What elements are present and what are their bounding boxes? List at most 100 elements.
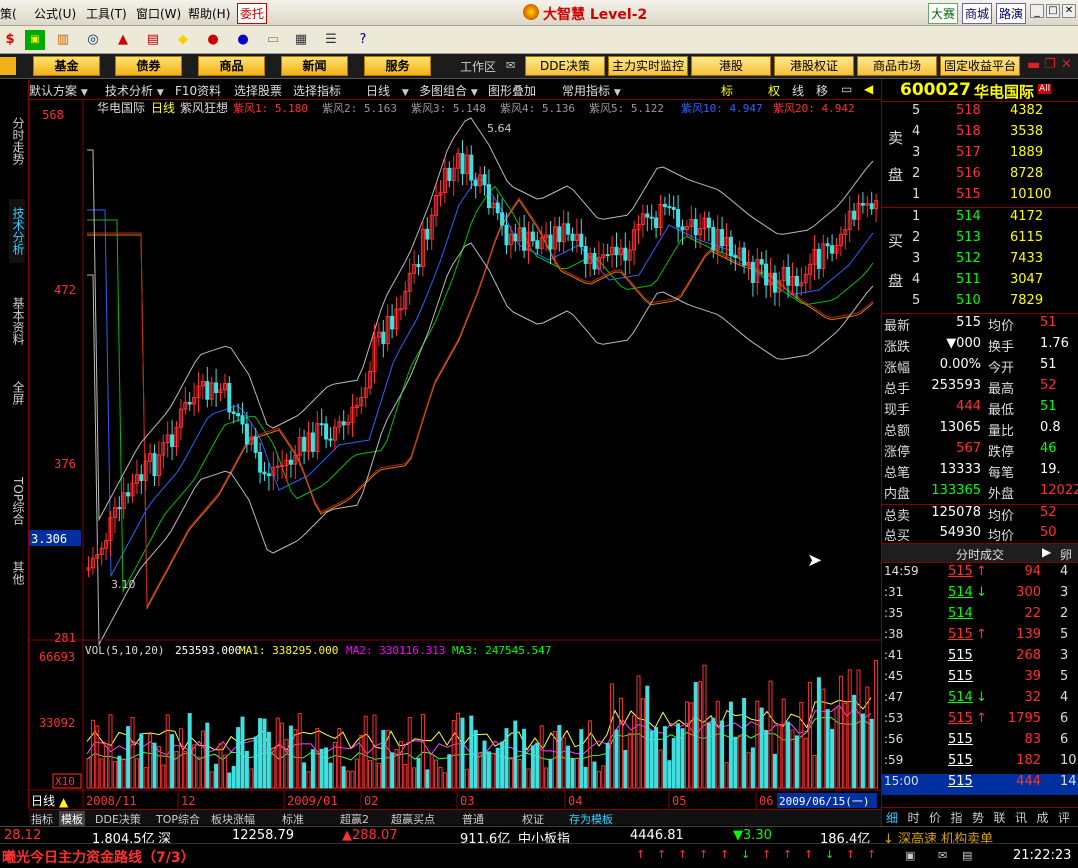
tab-intraday[interactable]: 分时走势 [9,109,25,173]
tick-row[interactable]: :35 514 22 2 [882,606,1078,627]
f10-button[interactable]: F10资料 [175,82,221,99]
nav-left-icon[interactable] [0,57,16,75]
tick-row[interactable]: 14:59 515 ↑ 94 4 [882,564,1078,585]
tick-row[interactable]: :59 515 182 10 [882,753,1078,774]
nav-hk-warrant[interactable]: 港股权证 [774,56,854,76]
entrust-button[interactable]: 委托 [237,3,268,24]
tab-chaoying-buy[interactable]: 超赢买点 [391,811,435,827]
tab-top[interactable]: TOP综合 [9,469,25,533]
book-row[interactable]: 2 513 6115 [882,230,1078,251]
print-icon[interactable]: ▭ [263,30,283,50]
tab-contest[interactable]: 大赛 [928,3,959,24]
ticker-text[interactable]: 曦光今日主力资金路线（7/3） [2,847,195,867]
menu-strategy[interactable]: 策( [0,5,17,22]
book-row[interactable]: 1 515 10100 [882,187,1078,208]
workzone-label[interactable]: 工作区 [460,58,496,75]
panel-tab[interactable]: 时 [908,809,920,826]
book-row[interactable]: 2 516 8728 [882,166,1078,187]
expand-icon[interactable]: ▭ [841,82,852,96]
nav-main-monitor[interactable]: 主力实时监控 [608,56,688,76]
rights-button[interactable]: 权 [768,82,780,99]
mail-icon[interactable]: ✉ [506,59,515,72]
menu-formula[interactable]: 公式(U) [34,5,76,22]
tick-row[interactable]: :41 515 268 3 [882,648,1078,669]
panel-tab[interactable]: 评 [1058,809,1070,826]
diamond-icon[interactable]: ◆ [173,30,193,50]
list-icon[interactable]: ☰ [321,30,341,50]
technical-dropdown[interactable]: 技术分析 [105,84,153,98]
maximize-icon[interactable]: □ [1046,4,1060,18]
panel-tab[interactable]: 讯 [1015,809,1027,826]
menu-window[interactable]: 窗口(W) [136,5,181,22]
quote-icon[interactable]: ▣ [25,30,45,50]
tab-indicator[interactable]: 指标 [31,811,53,827]
chevron-down-icon[interactable]: ▼ [471,88,478,98]
menu-help[interactable]: 帮助(H) [188,5,230,22]
panel-tab[interactable]: 联 [994,809,1006,826]
help-cursor-icon[interactable]: ? [353,30,373,50]
globe-icon[interactable]: ● [233,30,253,50]
lock-icon[interactable]: ▣ [905,849,915,862]
nav-commodity-market[interactable]: 商品市场 [857,56,937,76]
panel-tab[interactable]: 价 [929,809,941,826]
panel-tab[interactable]: 指 [951,809,963,826]
book-row[interactable]: 5 510 7829 [882,293,1078,314]
book-row[interactable]: 3 512 7433 [882,251,1078,272]
nav-dde[interactable]: DDE决策 [525,56,605,76]
select-indicator-button[interactable]: 选择指标 [293,82,341,99]
chevron-down-icon[interactable]: ▼ [402,88,409,98]
tab-dde[interactable]: DDE决策 [95,811,141,827]
book-row[interactable]: 5 518 4382 [882,103,1078,124]
select-stock-button[interactable]: 选择股票 [234,82,282,99]
tick-row[interactable]: :45 515 39 5 [882,669,1078,690]
tab-normal[interactable]: 普通 [462,811,484,827]
sub-minimize-icon[interactable]: ▬ [1027,57,1040,73]
tick-row[interactable]: :31 514 ↓ 300 3 [882,585,1078,606]
book-row[interactable]: 4 511 3047 [882,272,1078,293]
play-icon[interactable]: ▶ [1042,545,1051,559]
common-indicator-dropdown[interactable]: 常用指标 [562,84,610,98]
close-icon[interactable]: ✕ [1062,4,1076,18]
tab-template[interactable]: 模板 [59,811,85,827]
save-template-button[interactable]: 存为模板 [569,811,613,827]
panel-tab[interactable]: 成 [1037,809,1049,826]
tab-roadshow[interactable]: 路演 [996,3,1027,24]
book-row[interactable]: 4 518 3538 [882,124,1078,145]
arrow-icon[interactable]: ◀ [864,82,873,96]
window-icon[interactable]: ▦ [291,30,311,50]
panel-tab[interactable]: 势 [972,809,984,826]
book-row[interactable]: 3 517 1889 [882,145,1078,166]
tab-technical[interactable]: 技术分析 [9,199,25,263]
tick-row[interactable]: :38 515 ↑ 139 5 [882,627,1078,648]
mark-button[interactable]: 标 [721,82,733,99]
chevron-down-icon[interactable]: ▼ [81,88,88,98]
tab-top-combined[interactable]: TOP综合 [156,811,200,827]
menu-tools[interactable]: 工具(T) [86,5,127,22]
tick-row[interactable]: :56 515 83 6 [882,732,1078,753]
record-icon[interactable]: ● [203,30,223,50]
sub-close-icon[interactable]: ✕ [1061,57,1072,72]
detail-tab-partial[interactable]: 卵 [1060,546,1072,563]
line-button[interactable]: 线 [792,82,804,99]
nav-bond[interactable]: 债券 [115,56,182,76]
calculator-icon[interactable]: ▤ [962,849,972,862]
tab-chaoying2[interactable]: 超赢2 [340,811,369,827]
bars-icon[interactable]: ▥ [53,30,73,50]
sub-restore-icon[interactable]: ❐ [1044,57,1056,72]
mail-icon[interactable]: ✉ [938,849,947,862]
tab-other[interactable]: 其他 [9,557,25,589]
nav-service[interactable]: 服务 [364,56,431,76]
tick-row[interactable]: :47 514 ↓ 32 4 [882,690,1078,711]
chevron-down-icon[interactable]: ▼ [614,88,621,98]
chevron-down-icon[interactable]: ▼ [157,88,164,98]
dollar-icon[interactable]: $ [0,30,20,50]
nav-commodity[interactable]: 商品 [198,56,265,76]
tab-standard[interactable]: 标准 [282,811,304,827]
move-button[interactable]: 移 [816,82,828,99]
panel-tab[interactable]: 细 [886,809,898,826]
tick-row[interactable]: 15:00 515 444 14 [882,774,1078,795]
book-row[interactable]: 1 514 4172 [882,209,1078,230]
tick-row[interactable]: :53 515 ↑ 1795 6 [882,711,1078,732]
nav-fixed-income[interactable]: 固定收益平台 [940,56,1020,76]
multi-chart-dropdown[interactable]: 多图组合 [419,84,467,98]
